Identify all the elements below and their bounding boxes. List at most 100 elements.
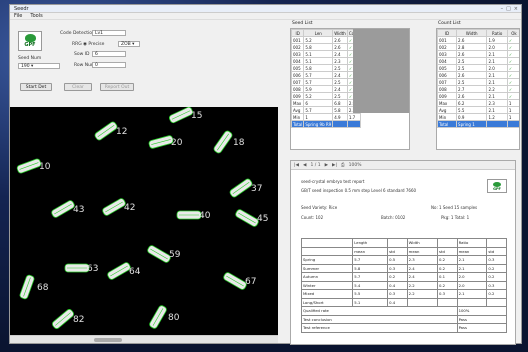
seed-num-label: Seed Num [18, 56, 42, 61]
table-row[interactable]: 004 5.1 2.3 ✓ [291, 57, 362, 65]
report-cell [300, 246, 354, 256]
table-row[interactable]: 002 5.8 2.6 ✓ [291, 43, 362, 51]
report-toolbar-button[interactable]: 1 / 1 [310, 163, 320, 168]
column-header: Width [456, 29, 488, 37]
report-cell: 5.4 [352, 280, 389, 290]
seed-40 [176, 210, 202, 220]
start-detect-button[interactable]: Start Det [20, 83, 52, 91]
code-input[interactable]: Lv1 [92, 30, 126, 36]
minimize-button[interactable]: – [501, 6, 504, 12]
report-toolbar-button[interactable]: 100% [349, 163, 362, 168]
table-cell: 2.5 [332, 64, 348, 72]
report-meta-variety: Seed Variety: Rice [301, 205, 338, 210]
report-cell: Spring [300, 255, 354, 265]
report-toolbar-button[interactable]: ⎙ [341, 162, 345, 168]
table-cell: 2.6 [332, 43, 348, 51]
close-button[interactable]: × [514, 6, 518, 12]
summary-cell: Avg [291, 106, 305, 114]
table-row[interactable]: 002 2.8 2.0 ✓ [437, 43, 519, 51]
report-footer-row: Test reference Pass [301, 323, 508, 333]
report-subheader-row: mean std mean std mean std [300, 246, 507, 256]
table-row[interactable]: 008 5.9 2.4 ✓ [291, 85, 362, 93]
seed-list-table[interactable]: IDLenWidthColor0015.22.6✓0025.82.6✓0035.… [290, 28, 410, 150]
seed-43 [51, 200, 75, 218]
table-row[interactable]: 007 5.7 2.5 ✓ [291, 78, 362, 86]
table-row[interactable]: 003 5.1 2.4 ✓ [291, 50, 362, 58]
report-cell: 0.4 [387, 297, 408, 307]
report-cell [486, 238, 507, 248]
column-header: ID [437, 29, 458, 37]
table-row[interactable]: 006 5.7 2.4 ✓ [291, 71, 362, 79]
table-row[interactable]: 006 2.6 2.1 ✓ [437, 71, 519, 79]
clear-button[interactable]: Clear [64, 83, 92, 91]
chevron-down-icon: ▾ [31, 64, 34, 69]
image-viewer[interactable]: 12 15 20 18 10 37 43 42 40 45 59 63 64 67 68 82 80 [10, 107, 278, 335]
report-footer-row: Test conclusion Pass [301, 314, 508, 324]
row-num-input[interactable]: 0 [92, 62, 126, 68]
summary-cell: 4.9 [332, 113, 348, 121]
report-out-button[interactable]: Report Out [100, 83, 134, 91]
maximize-button[interactable]: □ [506, 6, 511, 12]
table-cell: 5.1 [303, 57, 334, 65]
table-row[interactable]: 005 5.8 2.5 ✓ [291, 64, 362, 72]
table-row[interactable]: 008 2.7 2.2 ✓ [437, 85, 519, 93]
table-row[interactable]: 003 2.6 2.1 ✓ [437, 50, 519, 58]
selected-row[interactable]: Total Spring 1 [437, 120, 519, 128]
scrollbar-thumb[interactable] [94, 338, 122, 342]
report-toolbar-button[interactable]: ◀ [303, 163, 306, 168]
column-header: ID [291, 29, 305, 37]
report-cell [486, 297, 507, 307]
report-cell: 0.2 [486, 289, 507, 299]
menu-tools[interactable]: Tools [30, 13, 42, 19]
selected-row[interactable]: Total Spring 9b R9 [291, 120, 362, 128]
selected-cell [506, 120, 519, 128]
selected-cell: Spring 9b R9 [303, 120, 334, 128]
report-toolbar-button[interactable]: ▶| [332, 163, 337, 168]
report-meta-pkg: Pkg: 1 Total: 1 [441, 215, 470, 220]
report-viewer: |◀ ◀ 1 / 1 ▶ ▶| ⎙ 100% seed-crystal embryo tes… [290, 160, 516, 345]
report-cell: 2.3 [406, 255, 439, 265]
table-row[interactable]: 009 5.2 2.5 ✓ [291, 92, 362, 100]
table-row[interactable]: 009 2.6 2.1 ✓ [437, 92, 519, 100]
report-cell: Long/Short [300, 297, 354, 307]
report-footer-label: Test reference [301, 323, 458, 333]
report-cell: Winter [300, 280, 354, 290]
count-list-title: Count List [438, 21, 461, 26]
table-row[interactable]: 001 2.6 1.9 ✓ [437, 36, 519, 44]
leaf-icon [24, 34, 36, 42]
sow-input[interactable]: 6 [92, 51, 126, 57]
report-toolbar-button[interactable]: |◀ [294, 163, 299, 168]
horizontal-scrollbar[interactable] [10, 335, 278, 343]
table-cell: 2.0 [486, 64, 508, 72]
table-cell: 2.1 [486, 92, 508, 100]
report-footer-value: Pass [456, 314, 508, 324]
brand-logo: GPF [18, 31, 42, 51]
table-cell: 005 [437, 64, 458, 72]
table-row[interactable]: 007 2.5 2.1 ✓ [437, 78, 519, 86]
table-cell: 5.7 [303, 71, 334, 79]
table-row[interactable]: 001 5.2 2.6 ✓ [291, 36, 362, 44]
seed-label: 68 [37, 283, 49, 293]
report-cell: 2.0 [456, 280, 488, 290]
menu-file[interactable]: File [14, 13, 22, 19]
check-icon: ✓ [506, 57, 519, 65]
table-cell: 5.8 [303, 64, 334, 72]
seed-num-input[interactable]: 190 ▾ [18, 63, 60, 69]
report-cell: Width [406, 238, 439, 248]
report-cell: 0.3 [437, 289, 458, 299]
table-row[interactable]: 005 2.5 2.0 ✓ [437, 64, 519, 72]
table-row[interactable]: 004 2.5 2.1 ✓ [437, 57, 519, 65]
table-cell: 2.6 [456, 50, 488, 58]
seed-label: 18 [233, 138, 245, 148]
seed-37 [229, 178, 253, 198]
count-list-table[interactable]: ID Width Ratio Ok 001 2.6 1.9 ✓ 002 2.8 2.0 ✓ 003 2.6… [436, 28, 520, 150]
mode-radio[interactable]: ◉ Precise [83, 42, 104, 47]
report-cell: 5.5 [352, 289, 389, 299]
mode-select[interactable]: ZOB ▾ [118, 41, 140, 47]
table-cell: 2.2 [486, 85, 508, 93]
chevron-down-icon: ▾ [132, 42, 135, 47]
report-toolbar-button[interactable]: ▶ [325, 163, 328, 168]
window-title: Seedr [14, 5, 29, 12]
seed-label: 10 [39, 162, 51, 172]
summary-cell: 1.2 [486, 113, 508, 121]
